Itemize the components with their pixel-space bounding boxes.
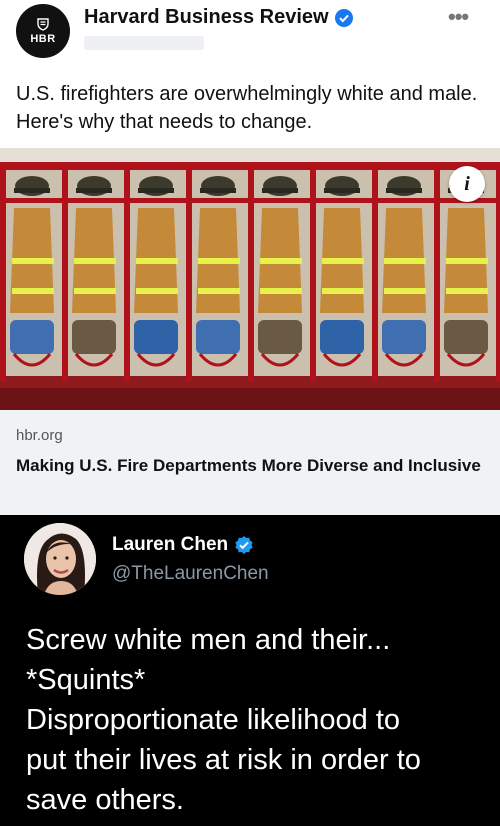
locker-frame <box>62 162 68 382</box>
helmet-brim <box>138 188 174 193</box>
reflective-stripe <box>322 258 364 264</box>
reflective-stripe <box>12 258 54 264</box>
locker-frame <box>124 162 186 170</box>
helmet-brim <box>76 188 112 193</box>
reflective-stripe <box>136 288 178 294</box>
verified-badge-icon <box>235 536 253 554</box>
firefighter-lockers-illustration <box>0 148 500 410</box>
locker-frame <box>124 162 130 382</box>
tweet-author-handle[interactable]: @TheLaurenChen <box>112 563 269 585</box>
avatar-text: HBR <box>30 33 56 45</box>
tweet-text: Screw white men and their... *Squints* D… <box>26 620 496 820</box>
reflective-stripe <box>446 258 488 264</box>
hbr-avatar[interactable]: HBR <box>16 4 70 58</box>
tweet-line: *Squints* <box>26 664 146 696</box>
more-options-icon[interactable]: ••• <box>448 4 469 30</box>
boots <box>10 320 54 354</box>
locker-frame <box>186 162 248 170</box>
reflective-stripe <box>260 258 302 264</box>
page-name[interactable]: Harvard Business Review <box>84 6 353 29</box>
helmet-brim <box>324 188 360 193</box>
tweet-line: save others. <box>26 784 184 816</box>
locker-shelf <box>186 198 248 203</box>
helmet-brim <box>262 188 298 193</box>
tweet-line: put their lives at risk in order to <box>26 744 421 776</box>
reflective-stripe <box>198 258 240 264</box>
verified-badge-icon <box>334 8 353 27</box>
link-preview[interactable]: hbr.org Making U.S. Fire Departments Mor… <box>0 410 500 515</box>
locker-frame <box>372 162 434 170</box>
helmet-brim <box>386 188 422 193</box>
locker-frame <box>310 162 372 170</box>
link-domain: hbr.org <box>16 427 63 444</box>
locker-frame <box>62 162 124 170</box>
boots <box>258 320 302 354</box>
boots <box>444 320 488 354</box>
reflective-stripe <box>384 258 426 264</box>
info-icon[interactable]: i <box>449 166 485 202</box>
shield-icon <box>37 18 49 31</box>
locker-shelf <box>124 198 186 203</box>
locker-shelf <box>310 198 372 203</box>
reflective-stripe <box>198 288 240 294</box>
reflective-stripe <box>446 288 488 294</box>
locker-frame <box>434 162 440 382</box>
locker-frame <box>310 162 316 382</box>
locker-frame <box>0 162 62 170</box>
locker-shelf <box>248 198 310 203</box>
reflective-stripe <box>322 288 364 294</box>
boots <box>320 320 364 354</box>
post-image[interactable] <box>0 148 500 410</box>
page-name-label: Harvard Business Review <box>84 6 329 28</box>
post-text: U.S. firefighters are overwhelmingly whi… <box>16 83 478 133</box>
link-title[interactable]: Making U.S. Fire Departments More Divers… <box>16 452 486 479</box>
profile-photo <box>24 523 96 595</box>
post-meta-placeholder <box>84 36 204 50</box>
locker-frame <box>496 162 500 382</box>
reflective-stripe <box>260 288 302 294</box>
locker-frame <box>186 162 192 382</box>
tweet-line: Screw white men and their... <box>26 624 391 656</box>
boots <box>72 320 116 354</box>
reflective-stripe <box>74 288 116 294</box>
tweet-line: Disproportionate likelihood to <box>26 704 400 736</box>
boots <box>382 320 426 354</box>
helmet-brim <box>200 188 236 193</box>
locker-shelf <box>62 198 124 203</box>
locker-frame <box>248 162 254 382</box>
reflective-stripe <box>12 288 54 294</box>
locker-frame <box>0 162 6 382</box>
locker-frame <box>372 162 378 382</box>
boots <box>196 320 240 354</box>
locker-shelf <box>372 198 434 203</box>
avatar[interactable] <box>24 523 96 595</box>
reflective-stripe <box>74 258 116 264</box>
reflective-stripe <box>384 288 426 294</box>
reflective-stripe <box>136 258 178 264</box>
locker-frame <box>248 162 310 170</box>
tweet-author-name[interactable]: Lauren Chen <box>112 534 254 556</box>
helmet-brim <box>14 188 50 193</box>
boots <box>134 320 178 354</box>
author-name-label: Lauren Chen <box>112 534 229 555</box>
locker-shelf <box>0 198 62 203</box>
